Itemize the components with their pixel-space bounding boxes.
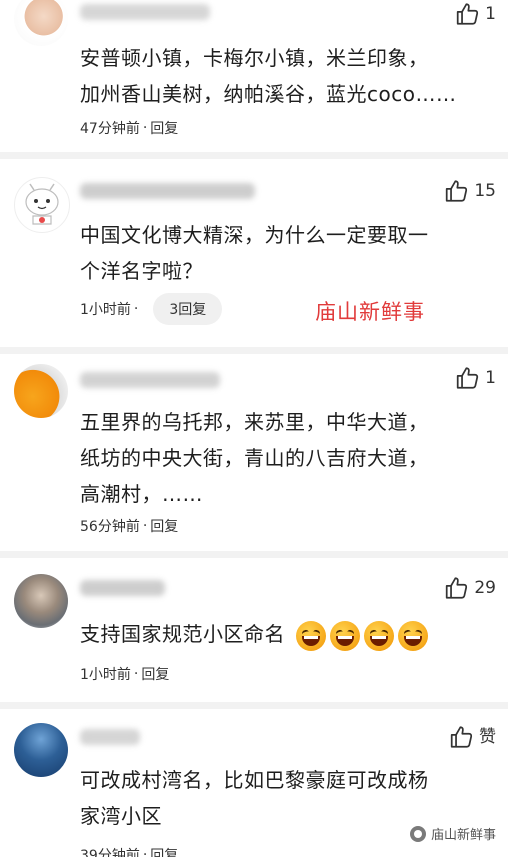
meta-separator: ·: [142, 120, 148, 136]
comment-meta: 1小时前 · 3回复: [80, 293, 223, 325]
comment-item: 1 五里界的乌托邦，来苏里，中华大道， 纸坊的中央大街，青山的八吉府大道， 高潮…: [0, 354, 508, 549]
laughing-emoji-icon: [397, 620, 428, 651]
comment-item: 1 安普顿小镇，卡梅尔小镇，米兰印象， 加州香山美树，纳帕溪谷，蓝光coco………: [0, 0, 508, 150]
like-count: 1: [485, 4, 496, 24]
comment-time: 39分钟前: [80, 848, 140, 857]
replies-button[interactable]: 3回复: [153, 293, 223, 325]
laughing-emoji-icon: [329, 620, 360, 651]
meta-separator: ·: [133, 301, 139, 317]
avatar[interactable]: [14, 0, 68, 46]
username-blurred[interactable]: [80, 4, 210, 20]
like-count: 29: [474, 578, 496, 598]
comment-meta: 47分钟前 · 回复: [80, 116, 178, 140]
comment-time: 56分钟前: [80, 519, 140, 535]
like-button[interactable]: 29: [444, 574, 496, 602]
comment-time: 1小时前: [80, 302, 131, 318]
like-button[interactable]: 1: [455, 0, 496, 28]
divider: [0, 702, 508, 709]
brand-text: 庙山新鲜事: [430, 828, 496, 843]
comment-text-line: 安普顿小镇，卡梅尔小镇，米兰印象，: [80, 46, 429, 70]
laughing-emoji-icon: [295, 620, 326, 651]
comment-text-line: 个洋名字啦？: [80, 259, 203, 283]
brand-watermark: 庙山新鲜事: [409, 824, 496, 843]
wechat-official-account-icon: [409, 825, 426, 842]
divider: [0, 347, 508, 354]
cartoon-avatar-icon: [25, 183, 59, 225]
comment-time: 47分钟前: [80, 121, 140, 137]
like-button[interactable]: 15: [444, 177, 496, 205]
divider: [0, 551, 508, 558]
watermark-text: 庙山新鲜事: [315, 300, 425, 324]
meta-separator: ·: [142, 518, 148, 534]
comment-item: 15 中国文化博大精深，为什么一定要取一 个洋名字啦？ 1小时前 · 3回复: [0, 159, 508, 344]
emoji-group: [295, 620, 428, 651]
comment-text-line: 加州香山美树，纳帕溪谷，蓝光coco……: [80, 82, 457, 106]
comment-text-line: 支持国家规范小区命名: [80, 622, 285, 646]
avatar[interactable]: [14, 574, 68, 628]
comment-text-line: 纸坊的中央大街，青山的八吉府大道，: [80, 446, 429, 470]
thumbs-up-icon: [446, 180, 468, 202]
username-blurred[interactable]: [80, 372, 220, 388]
divider: [0, 152, 508, 159]
thumbs-up-icon: [457, 3, 479, 25]
avatar[interactable]: [14, 723, 68, 777]
like-count: 1: [485, 368, 496, 388]
like-count: 15: [474, 181, 496, 201]
reply-link[interactable]: 回复: [141, 664, 169, 684]
like-label: 赞: [479, 727, 496, 747]
comment-text: 安普顿小镇，卡梅尔小镇，米兰印象， 加州香山美树，纳帕溪谷，蓝光coco……: [80, 40, 495, 112]
comment-text-line: 高潮村，……: [80, 482, 203, 506]
avatar[interactable]: [14, 177, 70, 233]
thumbs-up-icon: [457, 367, 479, 389]
meta-separator: ·: [142, 847, 148, 857]
comment-text: 中国文化博大精深，为什么一定要取一 个洋名字啦？: [80, 217, 495, 289]
comment-meta: 1小时前 · 回复: [80, 662, 169, 686]
username-blurred[interactable]: [80, 183, 255, 199]
username-blurred[interactable]: [80, 580, 165, 596]
comment-text: 五里界的乌托邦，来苏里，中华大道， 纸坊的中央大街，青山的八吉府大道， 高潮村，…: [80, 404, 495, 512]
comment-text-line: 五里界的乌托邦，来苏里，中华大道，: [80, 410, 429, 434]
avatar[interactable]: [14, 364, 68, 418]
reply-link[interactable]: 回复: [150, 516, 178, 536]
comment-meta: 56分钟前 · 回复: [80, 514, 178, 538]
meta-separator: ·: [133, 666, 139, 682]
comment-time: 1小时前: [80, 667, 131, 683]
username-blurred[interactable]: [80, 729, 140, 745]
reply-link[interactable]: 回复: [150, 118, 178, 138]
comment-item: 29 支持国家规范小区命名 1小时前 · 回复: [0, 558, 508, 698]
comment-meta: 39分钟前 · 回复: [80, 843, 178, 857]
comment-feed: 1 安普顿小镇，卡梅尔小镇，米兰印象， 加州香山美树，纳帕溪谷，蓝光coco………: [0, 0, 508, 857]
comment-text-line: 可改成村湾名，比如巴黎豪庭可改成杨: [80, 768, 429, 792]
like-button[interactable]: 赞: [449, 723, 496, 751]
comment-text-line: 中国文化博大精深，为什么一定要取一: [80, 223, 429, 247]
thumbs-up-icon: [446, 577, 468, 599]
reply-link[interactable]: 回复: [150, 845, 178, 857]
laughing-emoji-icon: [363, 620, 394, 651]
like-button[interactable]: 1: [455, 364, 496, 392]
thumbs-up-icon: [450, 726, 473, 748]
comment-text: 支持国家规范小区命名: [80, 616, 495, 652]
